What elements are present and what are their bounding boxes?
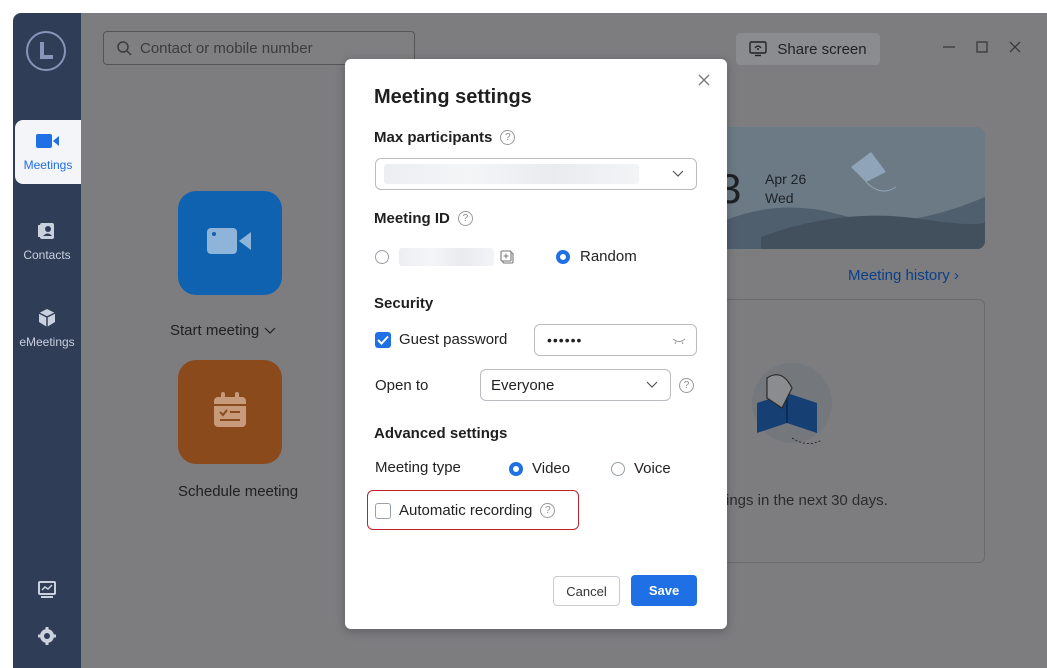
video-camera-icon [207,226,253,261]
minimize-icon [942,40,956,59]
chevron-down-icon [646,381,658,389]
password-value: •••••• [547,332,583,348]
redacted-value [384,164,639,184]
share-screen-button[interactable]: Share screen [736,33,880,65]
chevron-right-icon: › [953,267,959,284]
security-heading: Security [374,295,434,312]
help-icon[interactable]: ? [457,211,473,226]
close-icon [697,73,711,89]
minimize-button[interactable] [937,37,961,61]
app-logo [26,31,66,71]
open-to-label: Open to [375,377,429,394]
guest-password-label: Guest password [399,331,508,348]
settings-button[interactable] [13,626,81,651]
automatic-recording-label: Automatic recording [399,502,533,519]
share-screen-label: Share screen [777,40,867,58]
meeting-type-video-option[interactable]: Video [509,460,570,477]
whiteboard-icon [37,580,57,605]
open-to-value: Everyone [491,376,555,394]
max-participants-heading: Max participants ? [374,129,516,146]
help-icon[interactable]: ? [679,378,694,393]
empty-state-illustration [752,363,832,444]
start-meeting-label: Start meeting [170,322,260,339]
guest-password-input[interactable]: •••••• [534,324,697,356]
date-weekday: Wed [765,190,794,206]
empty-state-text: ings in the next 30 days. [726,492,888,509]
guest-password-option[interactable]: Guest password [375,331,507,348]
contacts-icon [37,221,57,244]
meeting-history-label: Meeting history [848,267,950,284]
radio-personal-id[interactable] [375,250,389,264]
sidebar-item-emeetings[interactable]: eMeetings [13,296,81,360]
advanced-settings-heading: Advanced settings [374,425,508,442]
copy-icon[interactable] [500,250,514,264]
close-window-button[interactable] [1003,37,1027,61]
automatic-recording-checkbox[interactable] [375,502,391,519]
random-label: Random [580,248,637,265]
meeting-type-label: Meeting type [375,459,461,476]
meeting-id-label: Meeting ID [374,210,450,227]
date-banner: 3 Apr 26 Wed [721,127,985,249]
chevron-down-icon [264,327,276,335]
dialog-title: Meeting settings [374,86,532,108]
start-meeting-menu[interactable]: Start meeting [170,322,276,339]
date-month-day: Apr 26 [765,171,807,187]
search-placeholder: Contact or mobile number [140,39,313,57]
help-icon[interactable]: ? [540,503,556,518]
cube-icon [37,308,57,331]
automatic-recording-option[interactable]: Automatic recording ? [375,502,556,519]
share-screen-icon [749,41,768,57]
dialog-close-button[interactable] [697,73,713,89]
save-button[interactable]: Save [631,575,697,606]
sidebar-item-meetings[interactable]: Meetings [15,120,81,184]
chevron-down-icon [672,170,684,178]
maximize-icon [975,40,989,59]
video-camera-icon [36,133,60,152]
schedule-meeting-label: Schedule meeting [178,483,299,500]
gear-icon [37,626,57,651]
banner-illustration [721,152,985,249]
radio-voice[interactable] [611,461,625,476]
cancel-button[interactable]: Cancel [553,576,620,606]
meeting-history-link[interactable]: Meeting history › [848,267,959,284]
guest-password-checkbox[interactable] [375,331,391,348]
video-label: Video [532,460,571,477]
open-to-select[interactable]: Everyone [480,369,671,401]
calendar-icon [213,391,247,433]
voice-label: Voice [634,460,671,477]
sidebar-item-contacts[interactable]: Contacts [13,209,81,273]
meeting-id-random-option[interactable]: Random [556,248,637,265]
upcoming-meetings-card [711,299,985,563]
start-meeting-button[interactable] [178,191,282,295]
search-icon [116,40,132,56]
meeting-type-voice-option[interactable]: Voice [611,460,671,477]
eye-closed-icon[interactable] [672,337,686,345]
sidebar-item-label: Meetings [23,157,73,172]
sidebar: Meetings Contacts eMeetings [13,13,81,668]
close-icon [1008,40,1022,59]
max-participants-select[interactable] [375,158,697,190]
sidebar-item-label: eMeetings [19,334,75,349]
maximize-button[interactable] [970,37,994,61]
whiteboard-button[interactable] [13,580,81,605]
meeting-id-personal-option[interactable] [375,248,514,266]
radio-video[interactable] [509,461,523,476]
sidebar-item-label: Contacts [23,247,71,262]
meeting-settings-dialog: Meeting settings Max participants ? Meet… [345,59,727,629]
meeting-id-heading: Meeting ID ? [374,210,473,227]
schedule-meeting-button[interactable] [178,360,282,464]
help-icon[interactable]: ? [500,130,516,145]
redacted-meeting-id [399,248,494,266]
max-participants-label: Max participants [374,129,493,146]
radio-random-id[interactable] [556,249,570,264]
